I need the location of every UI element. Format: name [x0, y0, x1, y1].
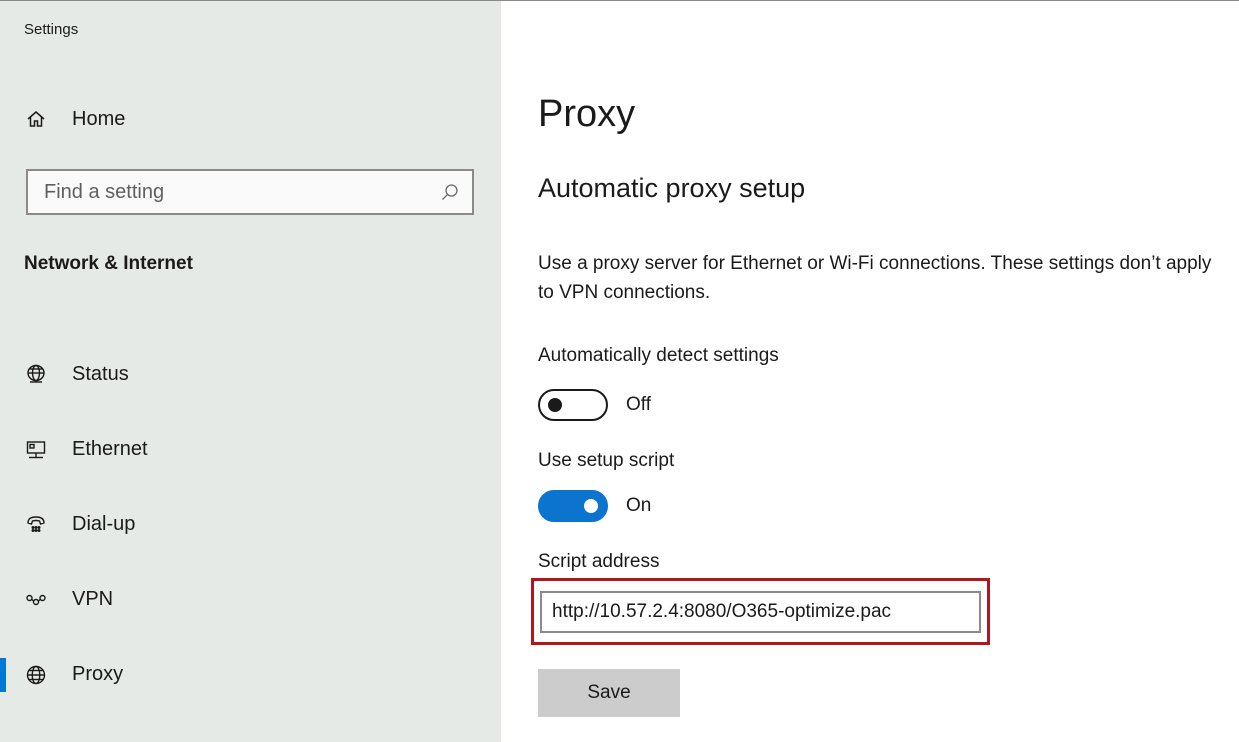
sidebar-item-label: VPN — [72, 588, 114, 610]
sidebar-item-label: Status — [72, 363, 129, 385]
section-header: Network & Internet — [24, 253, 193, 274]
globe-icon — [24, 663, 48, 687]
ethernet-icon — [24, 438, 48, 462]
nav-list: Status Ethernet Dial-up VPN Proxy — [0, 337, 501, 712]
search-input[interactable] — [42, 179, 440, 205]
save-button[interactable]: Save — [538, 669, 680, 717]
vpn-icon — [24, 588, 48, 612]
script-address-label: Script address — [538, 551, 660, 572]
nav-home[interactable]: Home — [24, 101, 484, 137]
search-icon[interactable] — [440, 182, 460, 202]
section-title: Automatic proxy setup — [538, 173, 806, 203]
auto-detect-toggle[interactable] — [538, 389, 608, 421]
sidebar-item-label: Ethernet — [72, 438, 148, 460]
globe-status-icon — [24, 363, 48, 387]
home-icon — [24, 107, 48, 131]
dial-up-icon — [24, 513, 48, 537]
nav-home-label: Home — [72, 107, 126, 130]
sidebar-item-vpn[interactable]: VPN — [0, 562, 501, 637]
setup-script-state: On — [626, 495, 652, 516]
auto-detect-state: Off — [626, 394, 651, 415]
description-text: Use a proxy server for Ethernet or Wi-Fi… — [538, 253, 1212, 303]
setup-script-label: Use setup script — [538, 450, 675, 471]
toggle-knob — [584, 499, 598, 513]
highlight-box — [531, 578, 990, 645]
sidebar-item-label: Proxy — [72, 663, 124, 685]
settings-window: Settings Home Network & Internet — [0, 0, 1239, 742]
app-title: Settings — [24, 21, 79, 38]
sidebar: Settings Home Network & Internet — [0, 1, 501, 742]
auto-detect-toggle-row[interactable]: Off — [538, 389, 651, 421]
sidebar-item-status[interactable]: Status — [0, 337, 501, 412]
setup-script-toggle[interactable] — [538, 490, 608, 522]
sidebar-item-proxy[interactable]: Proxy — [0, 637, 501, 712]
sidebar-item-ethernet[interactable]: Ethernet — [0, 412, 501, 487]
sidebar-item-label: Dial-up — [72, 513, 136, 535]
main-content: Proxy Automatic proxy setup Use a proxy … — [501, 1, 1239, 742]
sidebar-item-dial-up[interactable]: Dial-up — [0, 487, 501, 562]
setup-script-toggle-row[interactable]: On — [538, 490, 651, 522]
auto-detect-label: Automatically detect settings — [538, 345, 779, 366]
toggle-knob — [548, 398, 562, 412]
page-title: Proxy — [538, 93, 636, 135]
script-address-input[interactable] — [540, 591, 981, 633]
search-box[interactable] — [26, 169, 474, 215]
